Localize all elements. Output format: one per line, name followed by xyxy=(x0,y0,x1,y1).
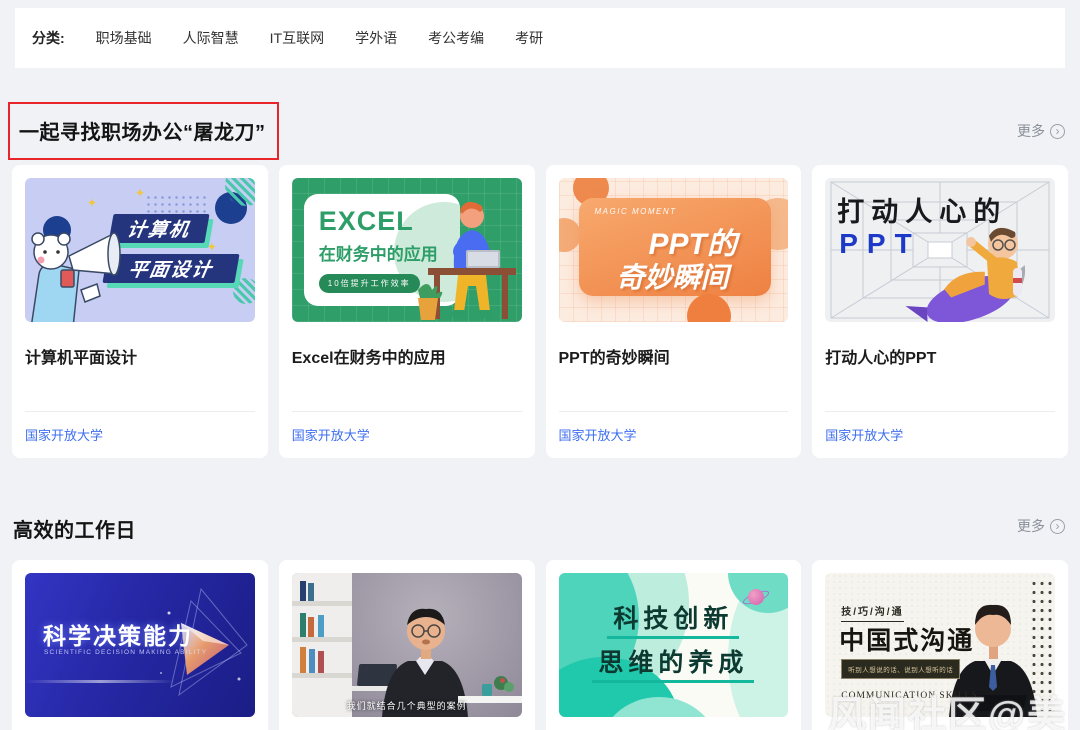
category-item-it-internet[interactable]: IT互联网 xyxy=(270,28,324,48)
divider xyxy=(25,411,255,412)
thumb-panel: MAGIC MOMENT PPT的 奇妙瞬间 xyxy=(578,198,771,296)
course-thumbnail: 科学决策能力 SCIENTIFIC DECISION MAKING ABILIT… xyxy=(25,573,255,717)
video-subtitle: 我们就结合几个典型的案例 xyxy=(346,701,467,711)
sparkle-icon: ✦ xyxy=(87,196,98,210)
publisher-link[interactable]: 国家开放大学 xyxy=(559,425,637,444)
thumb-badge: 听别人想说的话、说别人想听的话 xyxy=(841,659,961,679)
section1-card-grid: ✦ ✦ ✦ 计算机 平面设计 计算机平面设计 国家开放大学 EXCEL 在财务中… xyxy=(12,165,1068,458)
plant-decoration xyxy=(481,676,516,696)
thumb-tagline: 技/巧/沟/通 xyxy=(841,603,904,622)
course-thumbnail: ✦ ✦ ✦ 计算机 平面设计 xyxy=(25,178,255,322)
divider xyxy=(558,411,789,412)
thumb-line1: 中国式沟通 xyxy=(839,628,975,655)
category-item-civil-exam[interactable]: 考公考编 xyxy=(428,28,484,48)
striped-circle-decoration xyxy=(232,278,255,304)
thumb-line2: 思维的养成 xyxy=(559,643,789,683)
circle-decoration xyxy=(558,218,581,252)
person-at-desk-illustration xyxy=(417,201,516,320)
bear-megaphone-illustration xyxy=(31,232,121,322)
bookshelf-decoration xyxy=(291,573,352,717)
course-title: 打动人心的PPT xyxy=(825,350,937,367)
course-catalog-page: 分类: 职场基础 人际智慧 IT互联网 学外语 考公考编 考研 一起寻找职场办公… xyxy=(0,0,1080,730)
section1-title: 一起寻找职场办公“屠龙刀” xyxy=(19,122,266,144)
more-label: 更多 xyxy=(1017,518,1045,534)
course-thumbnail: EXCEL 在财务中的应用 10倍提升工作效率 xyxy=(291,178,522,322)
course-thumbnail: 科技创新 思维的养成 xyxy=(558,573,789,717)
thumb-line1: EXCEL xyxy=(318,206,414,236)
section1-more-link[interactable]: 更多 › xyxy=(1017,121,1065,141)
thumb-line2: SCIENTIFIC DECISION MAKING ABILITY xyxy=(44,649,208,656)
section2-title: 高效的工作日 xyxy=(13,520,136,542)
divider xyxy=(291,411,522,412)
publisher-link[interactable]: 国家开放大学 xyxy=(292,425,370,444)
category-label: 分类: xyxy=(32,30,65,46)
category-item-foreign-language[interactable]: 学外语 xyxy=(355,28,397,48)
course-card-ppt-magic[interactable]: MAGIC MOMENT PPT的 奇妙瞬间 PPT的奇妙瞬间 国家开放大学 xyxy=(545,165,802,458)
course-card-lecturer-video[interactable]: 我们就结合几个典型的案例 xyxy=(278,560,535,730)
course-title: 计算机平面设计 xyxy=(25,350,138,367)
course-title: Excel在财务中的应用 xyxy=(291,350,446,367)
course-thumbnail: MAGIC MOMENT PPT的 奇妙瞬间 xyxy=(558,178,789,322)
thumb-badge: 10倍提升工作效率 xyxy=(318,274,420,293)
course-card-tech-innovation[interactable]: 科技创新 思维的养成 xyxy=(545,560,802,730)
thumb-line1: 科技创新 xyxy=(559,599,789,639)
more-label: 更多 xyxy=(1017,123,1045,139)
divider xyxy=(825,411,1055,412)
thumb-tagline: MAGIC MOMENT xyxy=(594,207,677,216)
rocket-rider-illustration xyxy=(905,227,1026,322)
sparkle-icon: ✦ xyxy=(206,240,217,254)
category-item-postgrad[interactable]: 考研 xyxy=(515,28,543,48)
course-card-moving-ppt[interactable]: 打动人心的 PPT 打动人心的PPT 国家开放大学 xyxy=(812,165,1068,458)
light-streak-decoration xyxy=(25,680,175,683)
course-thumbnail: 打动人心的 PPT xyxy=(825,178,1055,322)
sparkle-icon: ✦ xyxy=(135,186,146,200)
section2-more-link[interactable]: 更多 › xyxy=(1017,516,1065,536)
course-card-scientific-decision[interactable]: 科学决策能力 SCIENTIFIC DECISION MAKING ABILIT… xyxy=(12,560,268,730)
course-title: PPT的奇妙瞬间 xyxy=(558,350,670,367)
thumb-line1: 科学决策能力 xyxy=(43,623,193,649)
category-bar: 分类: 职场基础 人际智慧 IT互联网 学外语 考公考编 考研 xyxy=(15,8,1065,68)
chevron-right-circle-icon: › xyxy=(1050,518,1065,534)
category-item-workplace-basics[interactable]: 职场基础 xyxy=(96,28,152,48)
course-card-graphic-design[interactable]: ✦ ✦ ✦ 计算机 平面设计 计算机平面设计 国家开放大学 xyxy=(12,165,268,458)
course-thumbnail: 我们就结合几个典型的案例 xyxy=(291,573,522,717)
course-card-excel-finance[interactable]: EXCEL 在财务中的应用 10倍提升工作效率 Excel在财务中的应用 国家开… xyxy=(278,165,535,458)
publisher-link[interactable]: 国家开放大学 xyxy=(25,425,103,444)
site-watermark: 风闻社区@美 xyxy=(828,695,1068,730)
publisher-link[interactable]: 国家开放大学 xyxy=(825,425,903,444)
thumb-line2: 奇妙瞬间 xyxy=(616,262,729,293)
category-item-interpersonal[interactable]: 人际智慧 xyxy=(183,28,239,48)
chevron-right-circle-icon: › xyxy=(1050,123,1065,139)
section1-title-highlight-box: 一起寻找职场办公“屠龙刀” xyxy=(8,102,279,160)
circle-decoration xyxy=(686,294,731,322)
